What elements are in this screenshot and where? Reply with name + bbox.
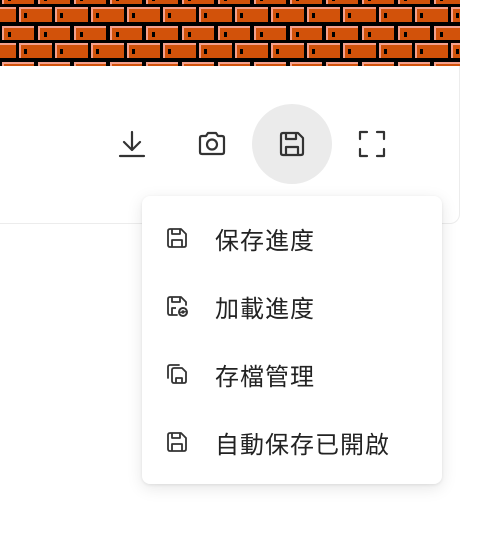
floppy-disk-icon xyxy=(164,225,190,251)
menu-item-label: 存檔管理 xyxy=(215,362,315,391)
menu-item-load-progress[interactable]: 加載進度 xyxy=(142,278,442,334)
menu-item-save-manager[interactable]: 存檔管理 xyxy=(142,346,442,402)
download-button[interactable] xyxy=(92,104,172,184)
menu-item-save-progress[interactable]: 保存進度 xyxy=(142,210,442,266)
menu-item-autosave-toggle[interactable]: 自動保存已開啟 xyxy=(142,414,442,470)
save-state-button[interactable] xyxy=(252,104,332,184)
game-screen[interactable] xyxy=(0,0,460,66)
floppy-stack-icon xyxy=(164,361,190,387)
save-state-menu: 保存進度 加載進度 存檔管理 自動保存已開啟 xyxy=(142,196,442,484)
floppy-load-icon xyxy=(164,293,190,319)
download-icon xyxy=(118,130,146,158)
menu-item-label: 自動保存已開啟 xyxy=(215,430,390,459)
brick-pattern-image xyxy=(0,0,460,66)
fullscreen-icon xyxy=(358,130,386,158)
screenshot-button[interactable] xyxy=(172,104,252,184)
save-floppy-icon xyxy=(279,131,305,157)
fullscreen-button[interactable] xyxy=(332,104,412,184)
camera-icon xyxy=(198,131,226,156)
emulator-page: 保存進度 加載進度 存檔管理 自動保存已開啟 xyxy=(0,0,478,540)
menu-item-label: 保存進度 xyxy=(215,226,315,255)
floppy-disk-icon xyxy=(164,429,190,455)
menu-item-label: 加載進度 xyxy=(215,294,315,323)
